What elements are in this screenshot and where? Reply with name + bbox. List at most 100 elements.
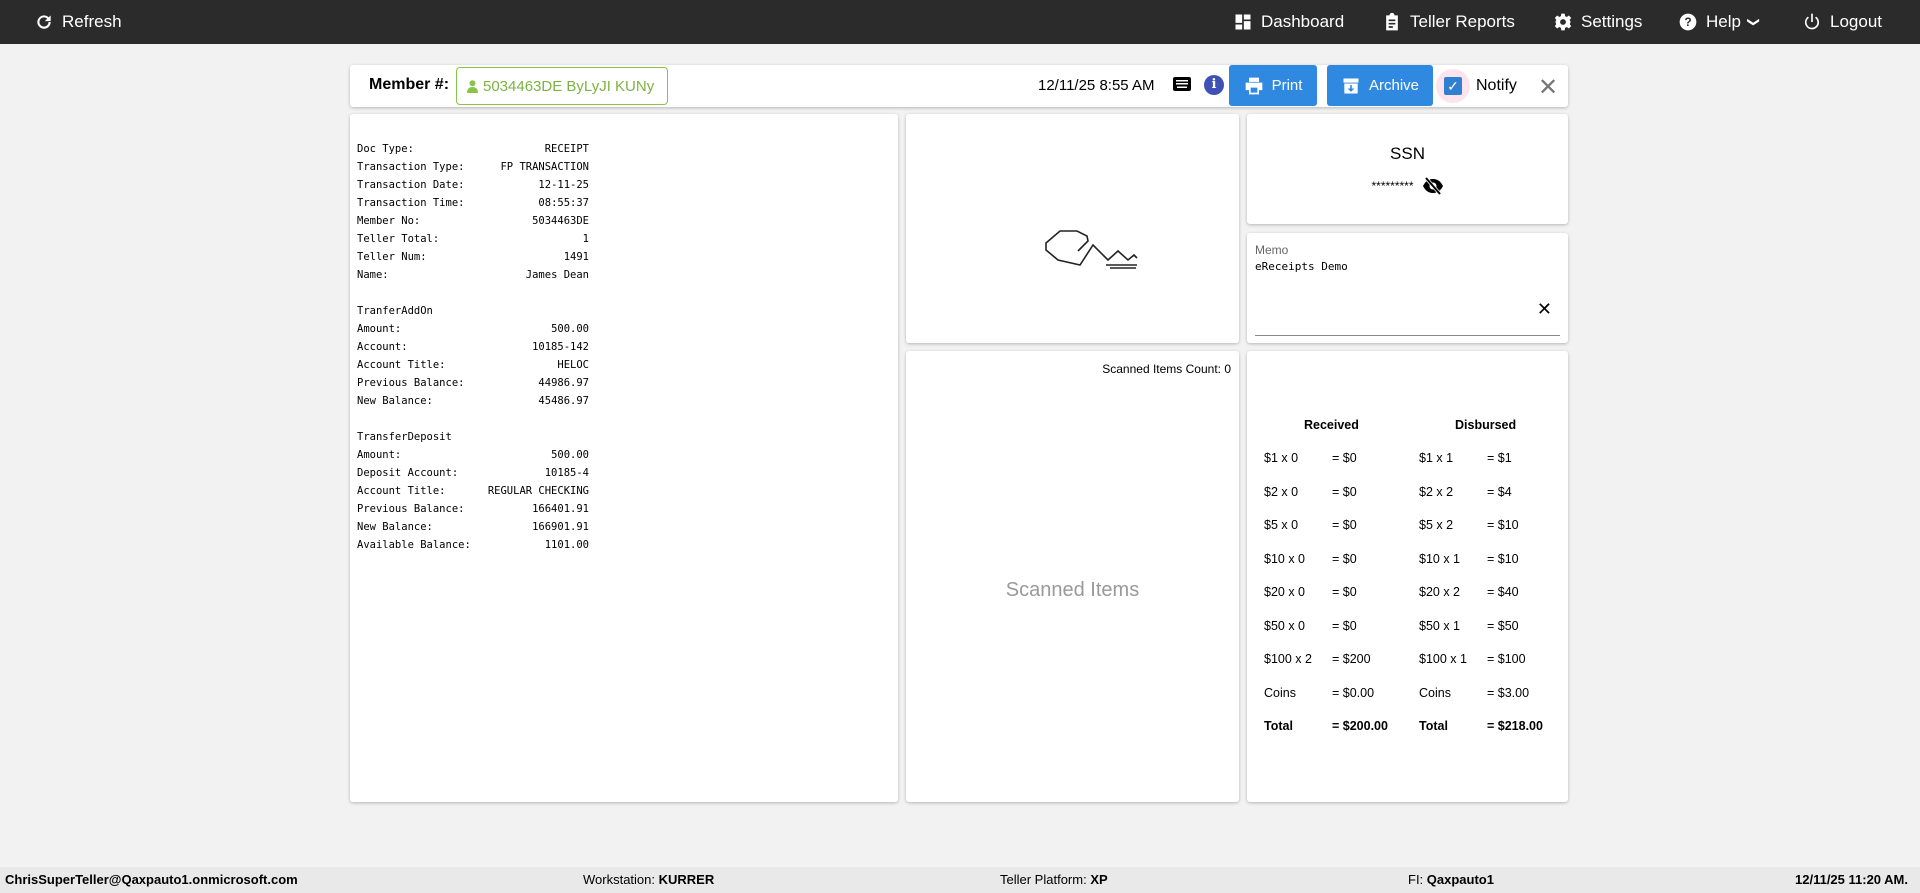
svg-text:?: ? [1684,16,1691,29]
receipt-key: Teller Num: [357,251,427,263]
receipt-value: REGULAR CHECKING [487,485,589,497]
print-label: Print [1271,77,1303,94]
info-icon[interactable]: i [1204,75,1224,95]
disbursed-heading: Disbursed [1455,418,1517,432]
memo-field[interactable]: Memo eReceipts Demo ✕ [1247,233,1568,343]
current-datetime: 12/11/25 11:20 AM. [1795,872,1908,887]
refresh-button[interactable]: Refresh [34,0,122,44]
receipt-key: New Balance: [357,395,433,407]
receipt-line: Teller Total: 1 [357,230,589,248]
member-header: Member #: 5034463DE ByLyJI KUNy 12/11/25… [350,65,1568,107]
receipt-line: Doc Type: RECEIPT [357,140,589,158]
receipt-key: Previous Balance: [357,377,465,389]
disbursed-amount: = $218.00 [1487,719,1543,733]
receipt-line: Amount: 500.00 [357,446,589,464]
signature-image [1045,230,1138,269]
receipt-line: Amount: 500.00 [357,320,589,338]
checkbox-checked-icon[interactable]: ✓ [1444,77,1462,95]
power-icon [1804,13,1820,30]
clear-memo-icon[interactable]: ✕ [1537,299,1552,320]
keyboard-icon[interactable] [1173,77,1191,91]
receipt-line: Previous Balance: 166401.91 [357,500,589,518]
dashboard-button[interactable]: Dashboard [1233,0,1344,44]
receipt-line: New Balance: 45486.97 [357,392,589,410]
disbursed-amount: = $10 [1487,551,1519,566]
disbursed-denomination: $100 x 1 [1419,652,1467,666]
receipt-key: New Balance: [357,521,433,533]
ssn-panel: SSN ********* [1247,114,1568,224]
receipt-key: Available Balance: [357,539,471,551]
memo-value[interactable]: eReceipts Demo [1255,260,1348,273]
disbursed-amount: = $50 [1487,618,1519,633]
receipt-value: 166401.91 [532,503,589,515]
received-denomination: $5 x 0 [1264,518,1299,532]
member-label: Member #: [369,76,450,93]
print-button[interactable]: Print [1229,65,1317,106]
platform-label: Teller Platform: [1000,872,1091,887]
disbursed-denomination: $20 x 2 [1419,585,1461,599]
eye-slash-icon[interactable] [1422,176,1444,196]
platform-value: XP [1090,872,1108,887]
receipt-line [357,410,589,428]
user-email: ChrisSuperTeller@Qaxpauto1.onmicrosoft.c… [5,872,298,887]
member-field[interactable]: 5034463DE ByLyJI KUNy [456,67,668,105]
logout-label: Logout [1830,12,1882,31]
receipt-key: Transaction Type: [357,161,465,173]
receipt-value: RECEIPT [544,143,589,155]
receipt-value: 166901.91 [532,521,589,533]
receipt-value: 1 [582,233,589,245]
archive-button[interactable]: Archive [1327,65,1433,106]
scanned-items-panel: Scanned Items Count: 0 Scanned Items [906,351,1239,802]
settings-label: Settings [1581,12,1643,31]
receipt-line: Transaction Time: 08:55:37 [357,194,589,212]
disbursed-amount: = $1 [1487,451,1512,465]
receipt-value: 500.00 [551,449,589,461]
receipt-value: 5034463DE [532,215,589,227]
user-icon [467,79,478,93]
receipt-key: Account: [357,341,408,353]
receipt-line: Transaction Date: 12-11-25 [357,176,589,194]
received-denomination: $2 x 0 [1264,484,1299,499]
receipt-value: 08:55:37 [538,197,589,209]
status-bar: ChrisSuperTeller@Qaxpauto1.onmicrosoft.c… [0,867,1920,893]
received-amount: = $200 [1332,652,1371,666]
receipt-value: 10185-4 [544,467,589,479]
receipt-key: Amount: [357,449,402,461]
ssn-value: ********* [1371,179,1414,193]
teller-reports-label: Teller Reports [1410,12,1515,31]
scanned-items-count: Scanned Items Count: 0 [1102,362,1231,376]
help-menu[interactable]: ? Help ❯ [1678,0,1761,44]
received-amount: = $200.00 [1332,719,1388,733]
clipboard-icon [1386,12,1398,31]
receipt-value: HELOC [557,359,589,371]
settings-button[interactable]: Settings [1553,0,1642,44]
cash-summary-panel: Received Disbursed $1 x 0 = $0 $2 x 0 = $0 $… [1247,351,1568,802]
receipt-key: Member No: [357,215,421,227]
close-icon[interactable]: ✕ [1538,73,1558,102]
receipt-key: Doc Type: [357,143,414,155]
teller-reports-button[interactable]: Teller Reports [1382,0,1515,44]
receipt-line: Teller Num: 1491 [357,248,589,266]
refresh-icon [37,15,51,29]
disbursed-denomination: Coins [1419,685,1451,700]
workstation-value: KURRER [658,872,715,887]
logout-button[interactable]: Logout [1802,0,1882,44]
member-value: 5034463DE ByLyJI KUNy [483,77,655,95]
ssn-title: SSN [1390,144,1425,163]
received-amount: = $0 [1332,484,1357,499]
received-denomination: $50 x 0 [1264,618,1306,633]
disbursed-amount: = $40 [1487,585,1519,599]
workstation-label: Workstation: [583,872,659,887]
receipt-key: Deposit Account: [357,467,459,479]
notify-checkbox[interactable]: ✓ Notify [1436,65,1517,107]
receipt-value: 10185-142 [532,341,589,353]
received-denomination: Total [1264,719,1293,733]
disbursed-denomination: $5 x 2 [1419,518,1454,532]
receipt-line: Account Title: REGULAR CHECKING [357,482,589,500]
help-label: Help [1706,12,1741,31]
received-denomination: Coins [1264,685,1296,700]
received-denomination: $10 x 0 [1264,551,1306,566]
dashboard-icon [1235,14,1251,30]
receipt-line: Transaction Type: FP TRANSACTION [357,158,589,176]
receipt-key: Account Title: [357,485,446,497]
